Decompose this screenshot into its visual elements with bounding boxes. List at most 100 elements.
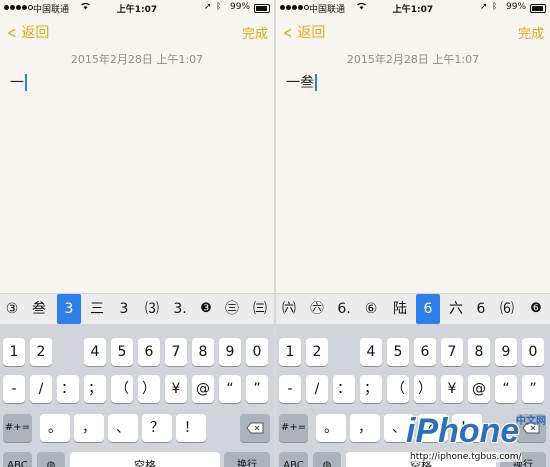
key[interactable]: 0 [246,338,268,366]
key[interactable]: 6 [138,338,160,366]
key[interactable]: 2 [306,338,328,366]
candidate-bar: ③ 叁 3 三 3 ⑶ 3. ❸ ㊂ ㈢ [0,293,274,324]
globe-key[interactable]: ◍ [37,452,65,467]
key[interactable]: ¥ [441,375,463,403]
candidate[interactable]: 六 [444,294,468,324]
globe-key[interactable]: ◍ [313,452,341,467]
candidate[interactable]: 6. [333,294,355,324]
candidate[interactable]: ㈢ [248,294,272,324]
key[interactable]: 4 [360,338,382,366]
done-button[interactable]: 完成 [242,23,268,42]
candidate[interactable]: 3. [168,294,192,324]
back-label: 返回 [21,25,50,41]
back-label: 返回 [297,25,326,41]
candidate[interactable]: ⑶ [139,294,165,324]
status-bar: 中国联通 上午1:07 ➚ ᛒ 99% [0,0,274,16]
candidate[interactable]: ❻ [524,294,548,324]
key[interactable]: 7 [441,338,463,366]
key[interactable]: 4 [84,338,106,366]
symbols-mode-key[interactable]: #+= [3,414,32,442]
candidate[interactable]: ③ [1,294,23,324]
candidate[interactable]: ❸ [196,294,216,324]
candidate[interactable]: 3 [113,294,135,324]
key[interactable]: 、 [108,414,138,442]
key[interactable]: ？ [142,414,172,442]
key[interactable]: - [279,375,301,403]
key[interactable]: （ [111,375,133,403]
chevron-left-icon: < [283,22,293,42]
delete-key[interactable] [240,414,270,442]
candidate-bar: ㈥ ㊅ 6. ⑥ 陆 6 六 6 ⑹ ❻ [276,293,550,324]
key[interactable]: ： [57,375,79,403]
done-button[interactable]: 完成 [518,23,544,42]
key[interactable]: ” [246,375,268,403]
candidate[interactable]: ㈥ [277,294,301,324]
candidate[interactable]: ㊅ [305,294,329,324]
candidate[interactable]: 6 [472,294,490,324]
key[interactable]: ： [333,375,355,403]
key[interactable]: “ [495,375,517,403]
key[interactable]: 8 [468,338,490,366]
text-cursor [25,73,27,91]
back-button[interactable]: < 返回 [5,22,49,42]
battery-icon [530,4,546,13]
note-text: 一 [10,75,24,91]
key[interactable]: 9 [219,338,241,366]
key[interactable]: @ [468,375,490,403]
battery-percent: 99% [230,2,251,12]
key[interactable]: / [306,375,328,403]
key[interactable]: 。 [316,414,346,442]
candidate[interactable]: 陆 [387,294,413,324]
key[interactable]: ； [84,375,106,403]
candidate[interactable]: 三 [85,294,109,324]
key[interactable]: ！ [176,414,206,442]
key[interactable]: ¥ [165,375,187,403]
key[interactable]: 1 [3,338,25,366]
key[interactable]: @ [192,375,214,403]
candidate-selected[interactable]: 3 [57,294,81,324]
abc-key[interactable]: ABC [3,452,32,467]
key[interactable]: / [30,375,52,403]
key[interactable]: ” [522,375,544,403]
return-key[interactable]: 换行 [224,452,270,467]
key[interactable]: 8 [192,338,214,366]
delete-icon [246,422,264,434]
battery-icon [254,4,270,13]
note-body[interactable]: 一 [10,72,27,92]
screen-left: 中国联通 上午1:07 ➚ ᛒ 99% < 返回 完成 2015年2月28日 上… [0,0,274,467]
key[interactable]: 6 [414,338,436,366]
space-key[interactable]: 空格 [70,452,220,467]
symbols-mode-key[interactable]: #+= [279,414,308,442]
abc-key[interactable]: ABC [279,452,308,467]
key[interactable]: 2 [30,338,52,366]
watermark-url: http://iphone.tgbus.com/ [410,452,522,462]
key[interactable]: ； [360,375,382,403]
bluetooth-icon: ᛒ [216,2,222,12]
candidate[interactable]: ㊂ [220,294,244,324]
key[interactable]: ） [138,375,160,403]
key[interactable]: ， [350,414,380,442]
location-icon: ➚ [204,2,212,12]
candidate[interactable]: ⑥ [359,294,383,324]
candidate-selected[interactable]: 6 [416,294,440,324]
key[interactable]: 5 [387,338,409,366]
battery-percent: 99% [506,2,527,12]
key[interactable]: 0 [522,338,544,366]
keyboard: 1 2 4 5 6 7 8 9 0 - / ： ； （ ） ¥ @ “ ” #+… [0,324,274,467]
key[interactable]: - [3,375,25,403]
key[interactable]: 1 [279,338,301,366]
key[interactable]: （ [387,375,409,403]
back-button[interactable]: < 返回 [281,22,325,42]
key[interactable]: 5 [111,338,133,366]
key[interactable]: ， [74,414,104,442]
candidate[interactable]: ⑹ [494,294,520,324]
globe-icon: ◍ [322,460,332,467]
key[interactable]: 。 [40,414,70,442]
key[interactable]: 7 [165,338,187,366]
key[interactable]: “ [219,375,241,403]
candidate[interactable]: 叁 [27,294,51,324]
note-body[interactable]: 一叁 [286,72,317,92]
nav-bar: < 返回 完成 [0,17,274,45]
key[interactable]: 9 [495,338,517,366]
key[interactable]: ） [414,375,436,403]
